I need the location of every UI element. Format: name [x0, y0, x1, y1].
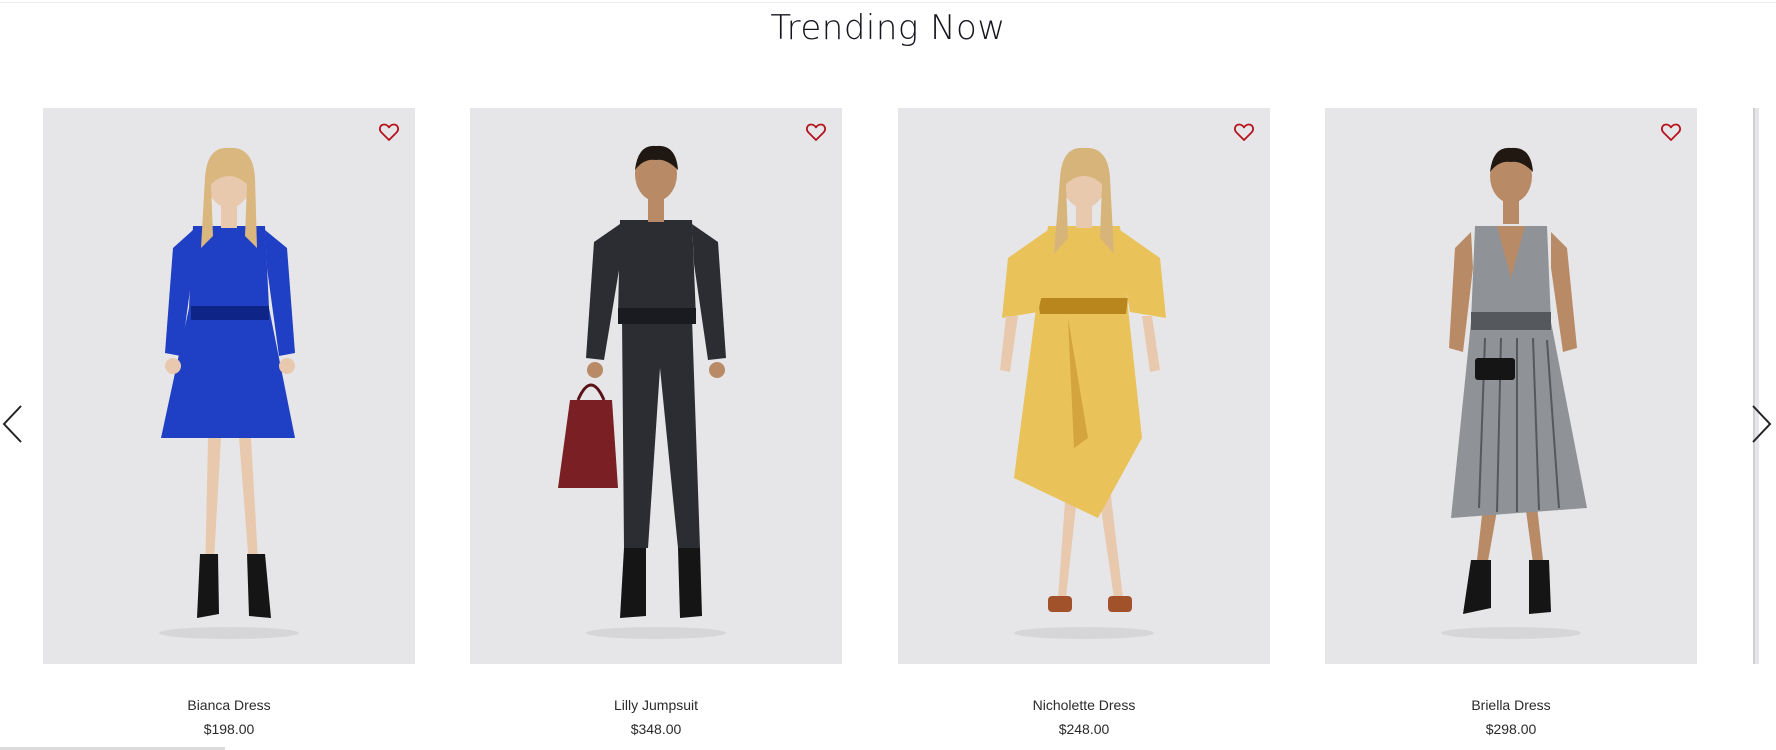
next-product-peek — [1753, 108, 1759, 664]
product-card[interactable]: Bianca Dress $198.00 — [43, 108, 415, 737]
product-carousel: Bianca Dress $198.00 Lilly Jumpsuit $348… — [0, 0, 1776, 750]
heart-outline-icon[interactable] — [1232, 120, 1256, 144]
model-figure — [159, 147, 299, 639]
heart-outline-icon[interactable] — [377, 120, 401, 144]
model-figure — [1441, 147, 1587, 639]
product-image[interactable] — [1325, 108, 1697, 664]
product-price: $198.00 — [203, 721, 255, 737]
product-image[interactable] — [43, 108, 415, 664]
chevron-right-icon[interactable] — [1748, 402, 1774, 446]
chevron-left-icon[interactable] — [0, 402, 26, 446]
product-price: $248.00 — [1058, 721, 1110, 737]
product-card[interactable]: Lilly Jumpsuit $348.00 — [470, 108, 842, 737]
model-figure — [1000, 147, 1166, 639]
product-image[interactable] — [898, 108, 1270, 664]
heart-outline-icon[interactable] — [804, 120, 828, 144]
product-name[interactable]: Bianca Dress — [43, 696, 415, 714]
product-price: $348.00 — [630, 721, 682, 737]
heart-outline-icon[interactable] — [1659, 120, 1683, 144]
product-name[interactable]: Nicholette Dress — [898, 696, 1270, 714]
product-name[interactable]: Briella Dress — [1325, 696, 1697, 714]
product-card[interactable]: Nicholette Dress $248.00 — [898, 108, 1270, 737]
product-price: $298.00 — [1485, 721, 1537, 737]
product-card[interactable]: Briella Dress $298.00 — [1325, 108, 1697, 737]
model-figure — [558, 145, 726, 639]
product-name[interactable]: Lilly Jumpsuit — [470, 696, 842, 714]
product-image[interactable] — [470, 108, 842, 664]
